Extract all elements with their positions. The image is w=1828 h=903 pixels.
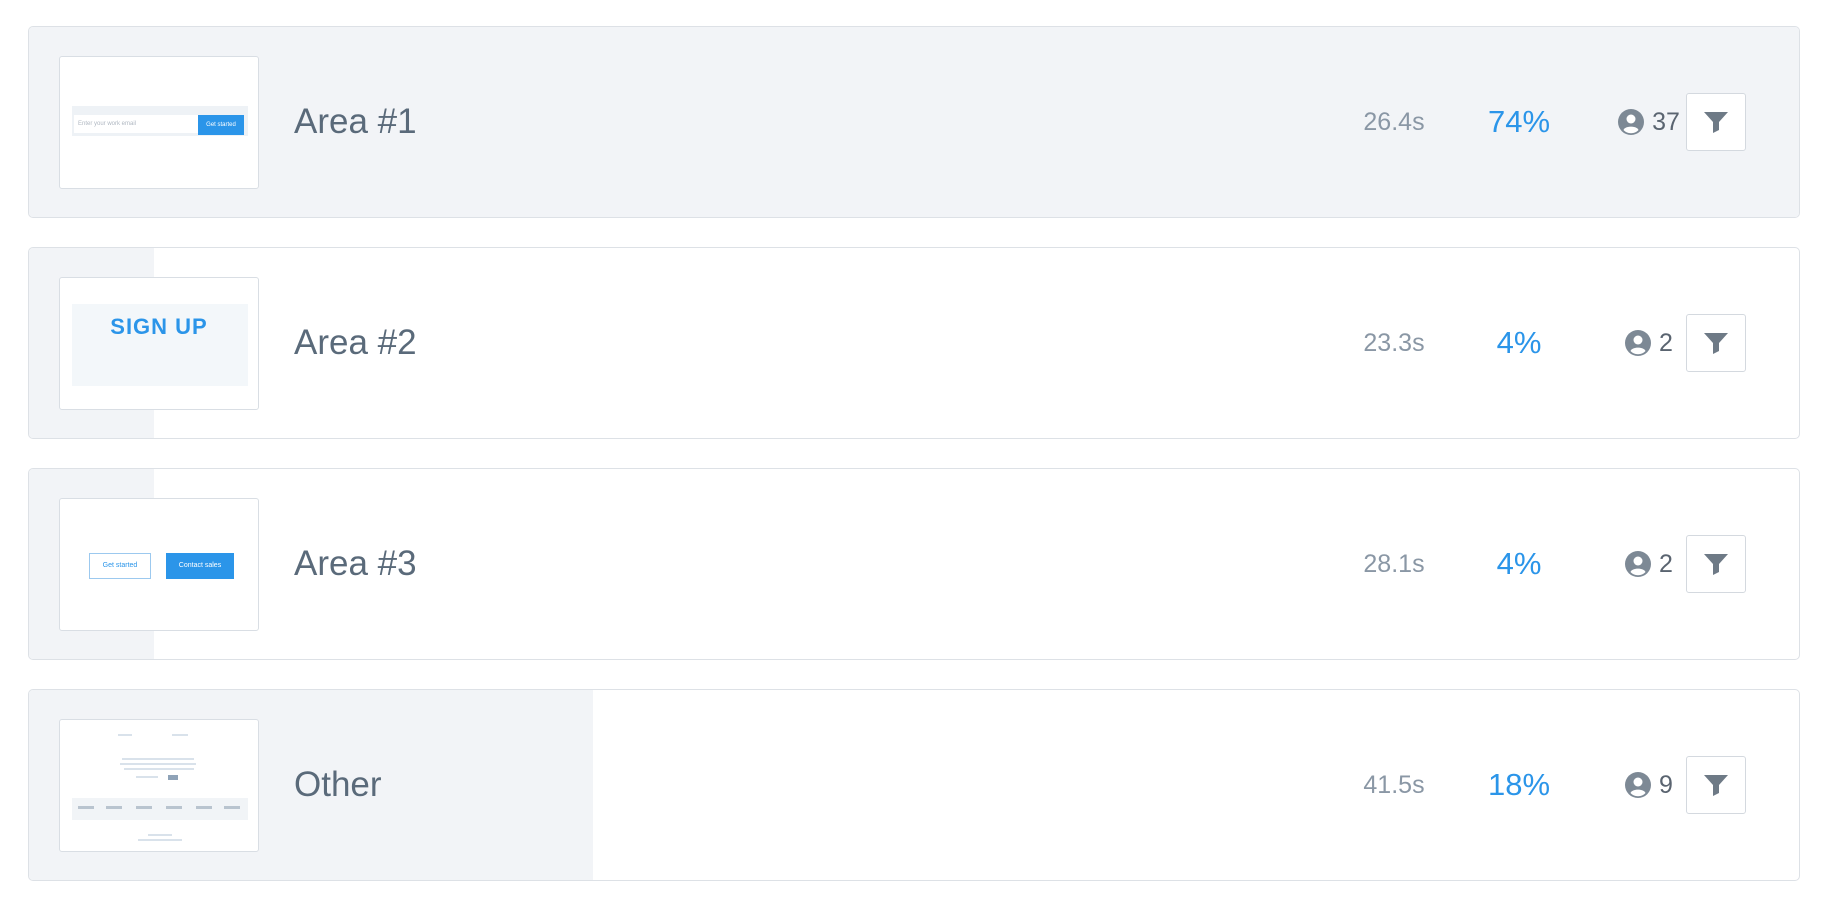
user-count-value: 2	[1659, 549, 1673, 578]
area-row[interactable]: Enter your work email Get started Area #…	[28, 26, 1800, 218]
area-row[interactable]: SIGN UP Area #2 23.3s 4% 2	[28, 247, 1800, 439]
user-circle-icon	[1625, 551, 1652, 577]
area-thumbnail: SIGN UP	[59, 277, 259, 410]
thumbnail-line	[136, 776, 158, 778]
avg-time: 26.4s	[1363, 108, 1425, 136]
area-name: Area #1	[294, 102, 417, 141]
thumbnail-line	[122, 758, 194, 760]
thumbnail-strip	[72, 798, 248, 820]
thumbnail-logo	[78, 806, 94, 809]
thumbnail-logo	[166, 806, 182, 809]
thumbnail-email-input: Enter your work email	[74, 115, 198, 133]
filter-icon	[1704, 554, 1728, 575]
area-thumbnail: Get started Contact sales	[59, 498, 259, 631]
user-count-value: 37	[1652, 107, 1680, 136]
area-thumbnail	[59, 719, 259, 852]
avg-time: 28.1s	[1363, 550, 1425, 578]
thumbnail-logo	[224, 806, 240, 809]
area-row[interactable]: Other 41.5s 18% 9	[28, 689, 1800, 881]
filter-button[interactable]	[1686, 93, 1746, 151]
area-thumbnail: Enter your work email Get started	[59, 56, 259, 189]
filter-icon	[1704, 775, 1728, 796]
thumbnail-logo	[196, 806, 212, 809]
filter-button[interactable]	[1686, 756, 1746, 814]
filter-button[interactable]	[1686, 314, 1746, 372]
click-percent: 4%	[1496, 546, 1542, 581]
thumbnail-logo	[106, 806, 122, 809]
area-name: Area #3	[294, 544, 417, 583]
area-name: Other	[294, 765, 382, 804]
thumbnail-logo	[136, 806, 152, 809]
filter-button[interactable]	[1686, 535, 1746, 593]
thumbnail-line	[138, 839, 182, 841]
thumbnail-line	[168, 775, 178, 780]
thumbnail-sign-up-text: SIGN UP	[110, 314, 208, 339]
thumbnail-line	[120, 763, 196, 765]
user-count-value: 9	[1659, 770, 1673, 799]
user-circle-icon	[1625, 772, 1652, 798]
click-percent: 18%	[1487, 767, 1551, 802]
area-row[interactable]: Get started Contact sales Area #3 28.1s …	[28, 468, 1800, 660]
thumbnail-get-started-button: Get started	[89, 553, 151, 579]
thumbnail-contact-sales-button: Contact sales	[166, 553, 234, 579]
filter-icon	[1704, 112, 1728, 133]
user-count-value: 2	[1659, 328, 1673, 357]
thumbnail-line	[118, 734, 132, 736]
click-percent: 4%	[1496, 325, 1542, 360]
area-name: Area #2	[294, 323, 417, 362]
filter-icon	[1704, 333, 1728, 354]
user-circle-icon	[1618, 109, 1645, 135]
avg-time: 23.3s	[1363, 329, 1425, 357]
area-list: Enter your work email Get started Area #…	[0, 0, 1828, 903]
avg-time: 41.5s	[1363, 771, 1425, 799]
user-circle-icon	[1625, 330, 1652, 356]
thumbnail-get-started-button: Get started	[198, 115, 244, 135]
thumbnail-line	[172, 734, 188, 736]
click-percent: 74%	[1487, 104, 1551, 139]
thumbnail-line	[148, 834, 172, 836]
thumbnail-line	[124, 768, 194, 770]
